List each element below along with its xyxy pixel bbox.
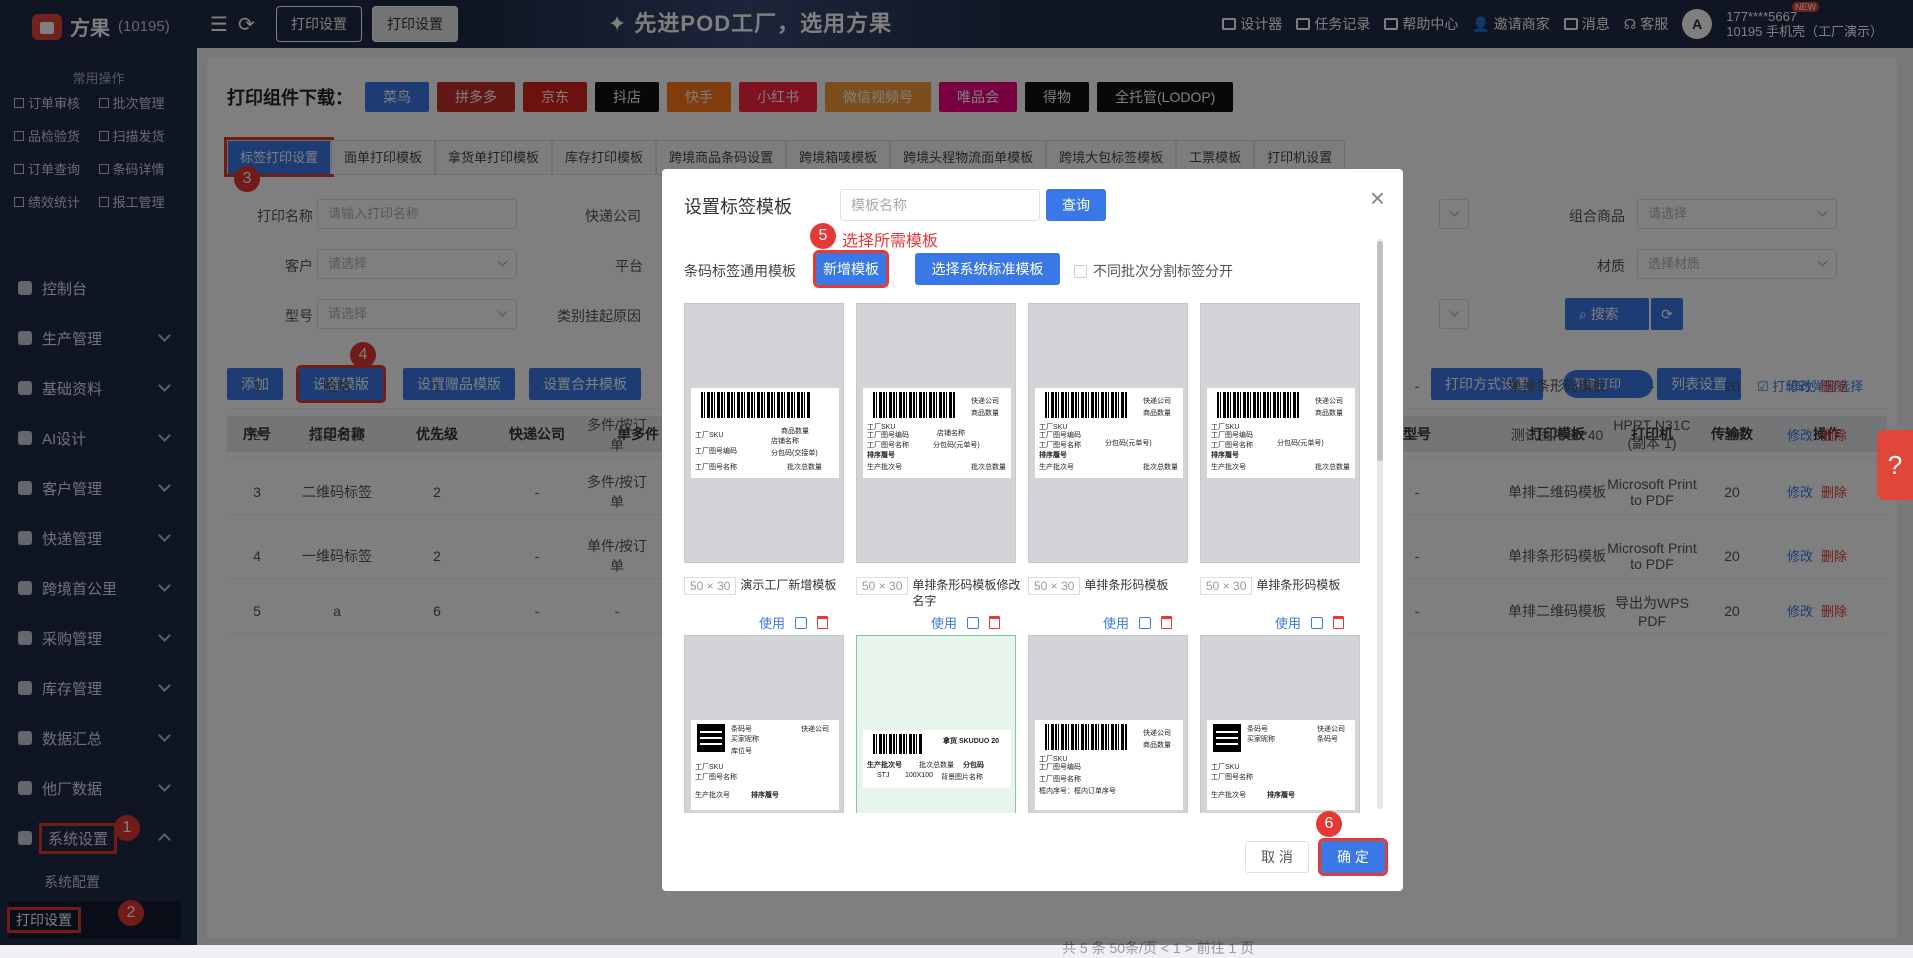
confirm-button[interactable]: 确 定 <box>1318 838 1388 876</box>
trash-icon[interactable] <box>989 616 1001 629</box>
template-name: 单排条形码模板修改名字 <box>912 578 1021 608</box>
system-template-button[interactable]: 选择系统标准模板 <box>915 253 1060 285</box>
template-preview: 快递公司 商品数量 工厂SKU 工厂图号编码 店铺名称 分包码(元单号) 工厂图号名称… <box>856 303 1016 563</box>
use-link[interactable]: 使用 <box>1103 613 1129 632</box>
template-preview: 快递公司 商品数量 工厂SKU 工厂图号编码 分包码(元单号) 工厂图号名称 排序履号… <box>1028 303 1188 563</box>
modal-scrollbar[interactable] <box>1377 239 1383 809</box>
template-preview: 条码号 快递公司 买家昵称 条码号 工厂SKU 工厂图号名称 生产批次号 排序履号 <box>1200 635 1360 813</box>
modal-title: 设置标签模板 <box>684 197 792 217</box>
copy-icon[interactable] <box>795 616 808 629</box>
checkbox-icon <box>1074 264 1087 278</box>
template-group-label: 条码标签通用模板 <box>684 263 796 279</box>
trash-icon[interactable] <box>1333 616 1345 629</box>
help-float-button[interactable]: ? <box>1877 430 1913 500</box>
template-modal: 设置标签模板 模板名称 查询 × 5 选择所需模板 条码标签通用模板 新增模板 … <box>662 169 1403 891</box>
copy-icon[interactable] <box>967 616 980 629</box>
template-name: 演示工厂新增模板 <box>740 578 837 592</box>
step-badge-6: 6 <box>1316 811 1342 837</box>
use-link[interactable]: 使用 <box>931 613 957 632</box>
template-preview: 工厂SKU 商品数量 店铺名称 工厂图号编码 分包码(交接单) 工厂图号名称 批次总数… <box>684 303 844 563</box>
trash-icon[interactable] <box>1161 616 1173 629</box>
template-preview: 拿货 SKUDUO 20 生产批次号 批次总数量 分包码 STJ 100X100 背景… <box>856 635 1016 813</box>
template-search-input[interactable]: 模板名称 <box>840 189 1040 221</box>
split-batch-checkbox[interactable]: 不同批次分割标签分开 <box>1074 261 1233 281</box>
template-preview: 快递公司 商品数量 工厂SKU 工厂图号编码 工厂图号名称 框内序号：框内订单序号 <box>1028 635 1188 813</box>
qr-code-icon <box>697 724 725 752</box>
close-icon[interactable]: × <box>1370 183 1385 214</box>
copy-icon[interactable] <box>1311 616 1324 629</box>
template-name: 单排条形码模板 <box>1084 578 1169 592</box>
step-badge-5: 5 <box>810 223 836 249</box>
cancel-button[interactable]: 取 消 <box>1245 841 1309 873</box>
new-template-button[interactable]: 新增模板 <box>813 250 889 288</box>
qr-code-icon <box>1213 724 1241 752</box>
query-button[interactable]: 查询 <box>1046 189 1106 221</box>
copy-icon[interactable] <box>1139 616 1152 629</box>
template-preview: 快递公司 商品数量 工厂SKU 工厂图号编码 分包码(元单号) 工厂图号名称 排序履号… <box>1200 303 1360 563</box>
template-preview: 条码号 快递公司 买家昵称 库位号 工厂SKU 工厂图号名称 生产批次号 排序履号 <box>684 635 844 813</box>
trash-icon[interactable] <box>817 616 829 629</box>
use-link[interactable]: 使用 <box>759 613 785 632</box>
hint-text: 选择所需模板 <box>842 233 939 250</box>
use-link[interactable]: 使用 <box>1275 613 1301 632</box>
template-grid: 工厂SKU 商品数量 店铺名称 工厂图号编码 分包码(交接单) 工厂图号名称 批次总数… <box>684 303 1374 813</box>
template-name: 单排条形码模板 <box>1256 578 1341 592</box>
